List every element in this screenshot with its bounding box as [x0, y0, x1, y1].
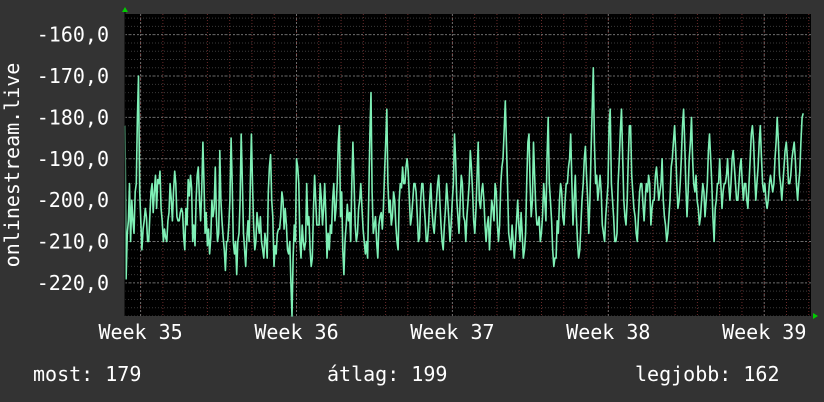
stat-average: átlag: 199 — [327, 362, 447, 386]
stat-average-label: átlag: — [327, 362, 400, 386]
y-tick-label: -190,0 — [37, 147, 109, 171]
y-tick-label: -220,0 — [37, 271, 109, 295]
stat-current-label: most: — [33, 362, 94, 386]
x-tick-label: Week 37 — [410, 320, 494, 344]
y-tick-label: -200,0 — [37, 188, 109, 212]
stat-current: most: 179 — [33, 362, 141, 386]
x-tick-label: Week 39 — [722, 320, 806, 344]
stat-best-value: 162 — [743, 362, 780, 386]
y-tick-label: -210,0 — [37, 230, 109, 254]
stat-best: legjobb: 162 — [635, 362, 780, 386]
y-axis-label: onlinestream.live — [0, 63, 24, 268]
stat-average-value: 199 — [411, 362, 448, 386]
x-tick-label: Week 35 — [98, 320, 182, 344]
stat-current-value: 179 — [105, 362, 142, 386]
stats-bar: most: 179 átlag: 199 legjobb: 162 — [0, 362, 824, 390]
x-tick-label: Week 36 — [254, 320, 338, 344]
line-chart: -160,0 -170,0 -180,0 -190,0 -200,0 -210,0 -220… — [0, 0, 824, 402]
stat-best-label: legjobb: — [635, 362, 732, 386]
y-tick-label: -170,0 — [37, 64, 109, 88]
y-tick-label: -160,0 — [37, 23, 109, 47]
y-tick-label: -180,0 — [37, 105, 109, 129]
x-tick-label: Week 38 — [566, 320, 650, 344]
